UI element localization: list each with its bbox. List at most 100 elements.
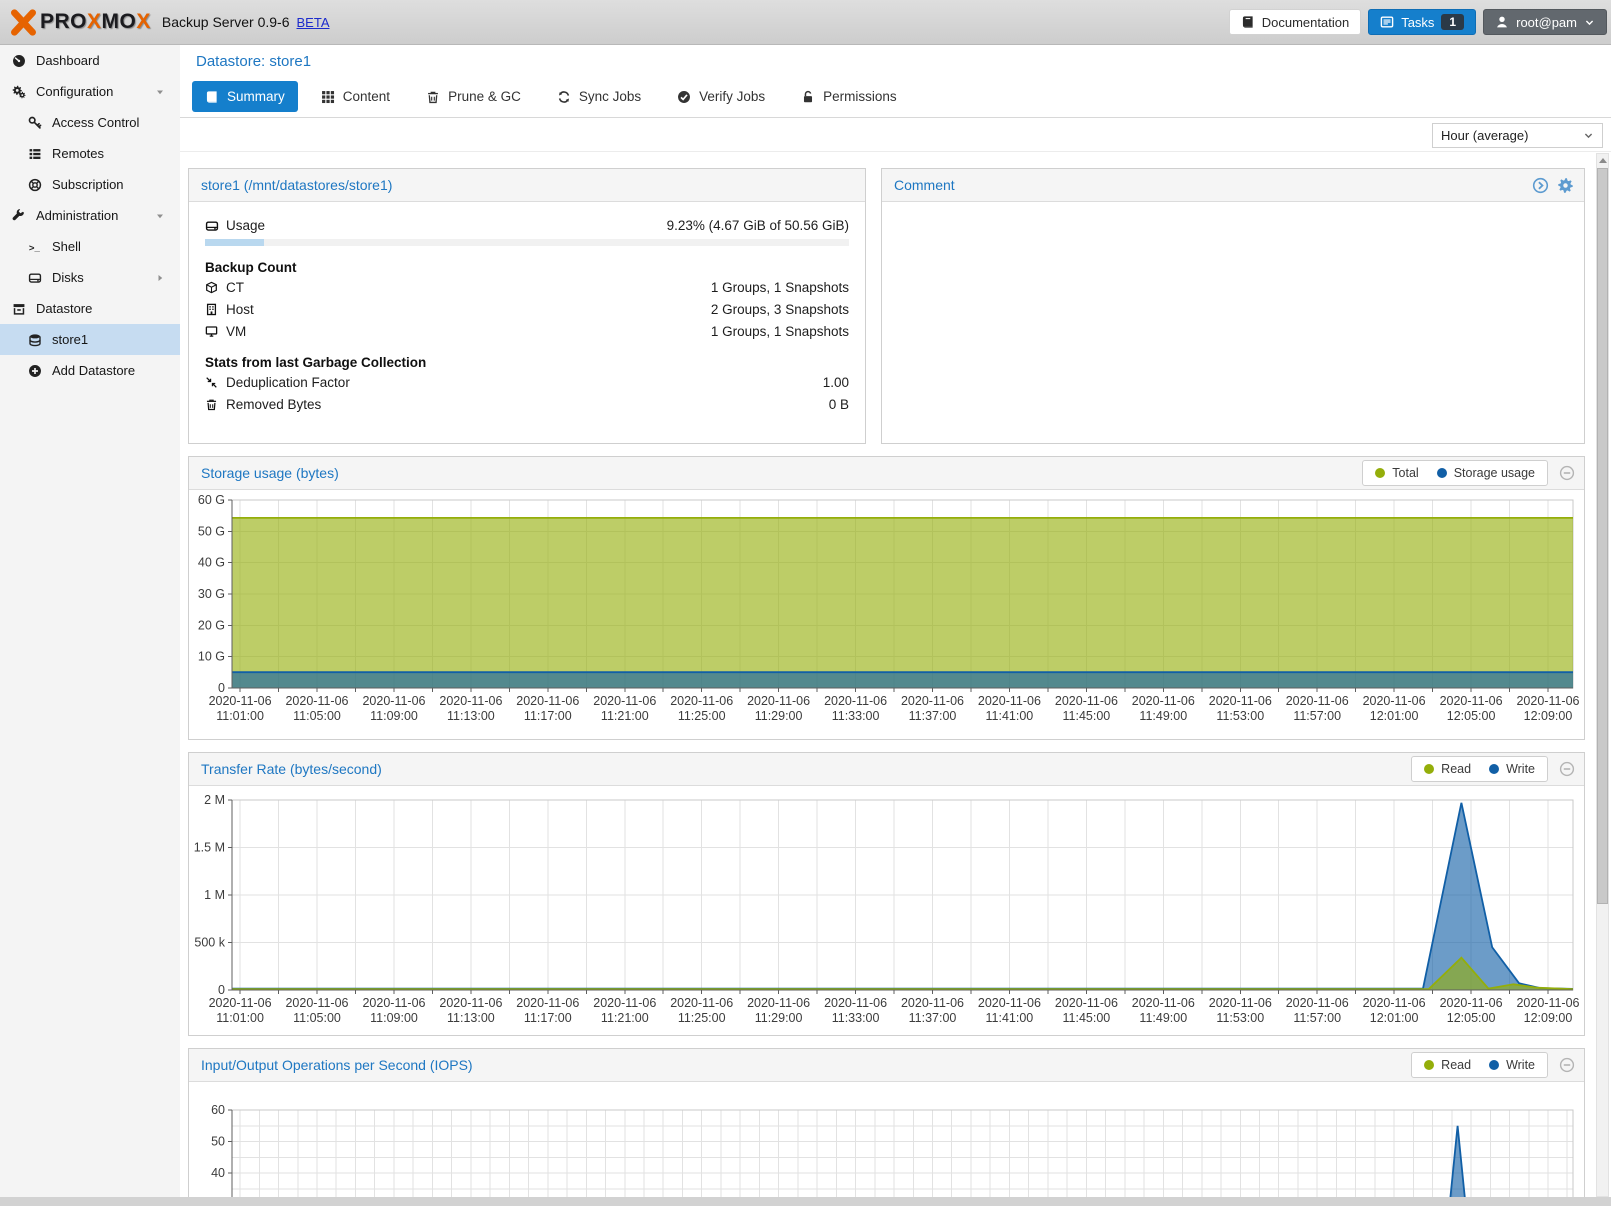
- collapse-panel-icon[interactable]: [1559, 761, 1575, 777]
- sidebar-item-store1[interactable]: store1: [0, 324, 180, 355]
- tasks-button[interactable]: Tasks 1: [1368, 9, 1476, 35]
- svg-text:2020-11-06: 2020-11-06: [1516, 694, 1579, 708]
- sidebar-item-label: Shell: [52, 239, 81, 254]
- svg-text:11:37:00: 11:37:00: [909, 1011, 957, 1025]
- time-range-select[interactable]: Hour (average): [1432, 123, 1603, 148]
- svg-text:11:17:00: 11:17:00: [524, 709, 572, 723]
- svg-text:40: 40: [211, 1166, 225, 1180]
- chevron-down-icon: [1583, 130, 1594, 141]
- sidebar-item-add-datastore[interactable]: Add Datastore: [0, 355, 180, 386]
- sidebar-item-subscription[interactable]: Subscription: [0, 169, 180, 200]
- unlock-icon: [801, 90, 815, 104]
- collapse-panel-icon[interactable]: [1559, 465, 1575, 481]
- backup-count-row-host: Host2 Groups, 3 Snapshots: [205, 300, 849, 319]
- sidebar-item-datastore[interactable]: Datastore: [0, 293, 180, 324]
- legend-item-total[interactable]: Total: [1375, 466, 1418, 480]
- wrench-icon: [10, 209, 27, 223]
- scroll-up-arrow[interactable]: [1597, 154, 1608, 167]
- svg-text:11:57:00: 11:57:00: [1293, 1011, 1341, 1025]
- svg-text:11:53:00: 11:53:00: [1216, 1011, 1264, 1025]
- hdd-icon: [205, 219, 226, 233]
- cube-icon: [205, 281, 226, 294]
- chart-body: 0500 k1 M1.5 M2 M2020-11-0611:01:002020-…: [189, 786, 1584, 1036]
- dashboard-icon: [10, 54, 27, 68]
- caret-down-icon[interactable]: [154, 210, 166, 222]
- compress-icon: [205, 376, 226, 389]
- storage-usage-bytes-chart: 010 G20 G30 G40 G50 G60 G2020-11-0611:01…: [189, 490, 1584, 740]
- svg-text:2020-11-06: 2020-11-06: [978, 694, 1041, 708]
- chart-panel-header: Transfer Rate (bytes/second) Read Write: [189, 753, 1584, 786]
- sidebar-item-administration[interactable]: Administration: [0, 200, 180, 231]
- transfer-rate-bytes-second-panel: Transfer Rate (bytes/second) Read Write 050…: [188, 752, 1585, 1036]
- sidebar-nav: DashboardConfigurationAccess ControlRemo…: [0, 45, 180, 1197]
- svg-text:11:49:00: 11:49:00: [1139, 1011, 1187, 1025]
- documentation-button[interactable]: Documentation: [1229, 9, 1361, 35]
- tab-summary[interactable]: Summary: [192, 81, 298, 112]
- trash-icon: [426, 90, 440, 104]
- comment-panel-header: Comment: [882, 169, 1584, 202]
- chart-title: Storage usage (bytes): [201, 465, 339, 481]
- sidebar-item-configuration[interactable]: Configuration: [0, 76, 180, 107]
- chart-legend: Read Write: [1411, 756, 1548, 782]
- svg-text:2020-11-06: 2020-11-06: [362, 996, 425, 1010]
- svg-text:12:09:00: 12:09:00: [1524, 709, 1573, 723]
- tab-permissions[interactable]: Permissions: [788, 81, 910, 112]
- svg-text:11:29:00: 11:29:00: [755, 1011, 803, 1025]
- svg-text:11:21:00: 11:21:00: [601, 1011, 649, 1025]
- sidebar-item-access-control[interactable]: Access Control: [0, 107, 180, 138]
- svg-text:2020-11-06: 2020-11-06: [516, 694, 579, 708]
- svg-text:2020-11-06: 2020-11-06: [824, 694, 887, 708]
- window-bottom-edge: [0, 1197, 1611, 1206]
- tab-sync-jobs[interactable]: Sync Jobs: [544, 81, 654, 112]
- sidebar-item-dashboard[interactable]: Dashboard: [0, 45, 180, 76]
- legend-item-storage-usage[interactable]: Storage usage: [1437, 466, 1535, 480]
- chart-title: Transfer Rate (bytes/second): [201, 761, 382, 777]
- tasks-icon: [1380, 15, 1394, 29]
- beta-link[interactable]: BETA: [297, 15, 330, 30]
- sidebar-item-remotes[interactable]: Remotes: [0, 138, 180, 169]
- svg-text:11:29:00: 11:29:00: [755, 709, 803, 723]
- user-menu-button[interactable]: root@pam: [1483, 9, 1607, 35]
- gear-icon[interactable]: [1557, 177, 1574, 194]
- sidebar-item-shell[interactable]: >_ Shell: [0, 231, 180, 262]
- chart-body: 01020304050602020-11-0611:01:002020-11-0…: [189, 1082, 1584, 1206]
- legend-item-read[interactable]: Read: [1424, 1058, 1471, 1072]
- gc-stats-row-removed-bytes: Removed Bytes0 B: [205, 395, 849, 414]
- svg-text:2020-11-06: 2020-11-06: [901, 996, 964, 1010]
- svg-text:11:17:00: 11:17:00: [524, 1011, 572, 1025]
- svg-text:2020-11-06: 2020-11-06: [593, 694, 656, 708]
- tab-prune-gc[interactable]: Prune & GC: [413, 81, 534, 112]
- legend-item-write[interactable]: Write: [1489, 762, 1535, 776]
- page-title: Datastore: store1: [196, 53, 311, 70]
- tab-content[interactable]: Content: [308, 81, 403, 112]
- svg-text:2020-11-06: 2020-11-06: [1440, 996, 1503, 1010]
- svg-text:500 k: 500 k: [194, 936, 225, 950]
- caret-right-icon[interactable]: [154, 272, 166, 284]
- plus-circle-icon: [26, 364, 43, 378]
- svg-text:60: 60: [211, 1103, 225, 1117]
- legend-item-read[interactable]: Read: [1424, 762, 1471, 776]
- scrollbar-thumb[interactable]: [1597, 168, 1608, 904]
- collapse-panel-icon[interactable]: [1559, 1057, 1575, 1073]
- legend-item-write[interactable]: Write: [1489, 1058, 1535, 1072]
- svg-text:11:41:00: 11:41:00: [986, 709, 1034, 723]
- svg-text:11:33:00: 11:33:00: [832, 709, 880, 723]
- legend-dot: [1437, 468, 1447, 478]
- datastore-panel-header: store1 (/mnt/datastores/store1): [189, 169, 865, 202]
- tab-verify-jobs[interactable]: Verify Jobs: [664, 81, 778, 112]
- caret-down-icon[interactable]: [154, 86, 166, 98]
- svg-text:11:05:00: 11:05:00: [293, 1011, 341, 1025]
- datastore-panel-body: Usage 9.23% (4.67 GiB of 50.56 GiB) Back…: [189, 202, 865, 414]
- svg-text:>_: >_: [28, 242, 40, 253]
- sidebar-item-disks[interactable]: Disks: [0, 262, 180, 293]
- vertical-scrollbar[interactable]: [1596, 153, 1609, 1197]
- proxmox-backup-server-window: PROXMOX Backup Server 0.9-6 BETA Documen…: [0, 0, 1611, 1206]
- sidebar-item-label: Datastore: [36, 301, 92, 316]
- svg-text:2020-11-06: 2020-11-06: [209, 996, 272, 1010]
- submit-comment-icon[interactable]: [1532, 177, 1549, 194]
- svg-text:2020-11-06: 2020-11-06: [593, 996, 656, 1010]
- svg-text:10 G: 10 G: [198, 650, 225, 664]
- transfer-rate-bytes-second-chart: 0500 k1 M1.5 M2 M2020-11-0611:01:002020-…: [189, 786, 1584, 1036]
- sidebar-item-label: store1: [52, 332, 88, 347]
- svg-text:20 G: 20 G: [198, 618, 225, 632]
